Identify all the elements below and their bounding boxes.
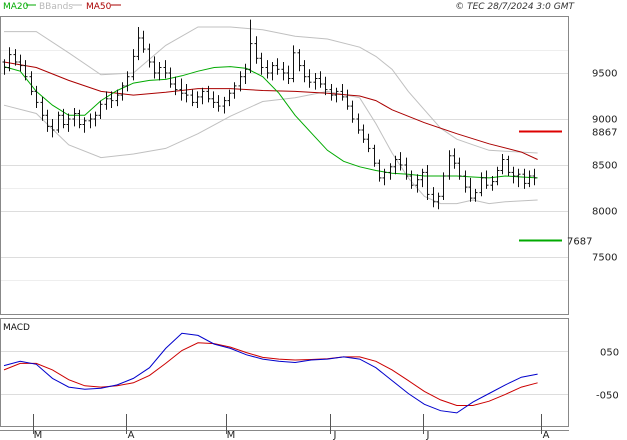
macd-axis: 050 -050: [596, 348, 619, 402]
price-tick-label: 7500: [592, 253, 617, 264]
macd-tick-label: -050: [596, 391, 619, 402]
level-label: 7687: [567, 237, 592, 248]
x-tick-label: A: [543, 430, 550, 440]
x-tick-label: A: [128, 430, 135, 440]
header-legend: MA20 BBands MA50 © TEC 28/7/2024 3:0 GMT: [3, 2, 576, 12]
legend-ma20-label: MA20: [3, 2, 29, 12]
price-axis: 9500 9000 8500 8000 7500: [592, 69, 617, 264]
level-label: 8867: [592, 128, 617, 139]
x-tick-label: M: [227, 430, 236, 440]
legend-bbands-label: BBands: [39, 2, 73, 12]
price-tick-label: 9000: [592, 115, 617, 126]
stock-chart: MA20 BBands MA50 © TEC 28/7/2024 3:0 GMT…: [0, 2, 619, 440]
legend-ma50-label: MA50: [86, 2, 112, 12]
macd-panel: [0, 318, 569, 427]
x-tick-label: J: [333, 430, 337, 440]
x-tick-label: M: [34, 430, 43, 440]
price-tick-label: 8500: [592, 161, 617, 172]
price-tick-label: 8000: [592, 207, 617, 218]
copyright-text: © TEC 28/7/2024 3:0 GMT: [455, 2, 575, 12]
x-tick-label: J: [426, 430, 430, 440]
price-tick-label: 9500: [592, 69, 617, 80]
macd-title: MACD: [3, 323, 30, 333]
macd-tick-label: 050: [600, 348, 619, 359]
